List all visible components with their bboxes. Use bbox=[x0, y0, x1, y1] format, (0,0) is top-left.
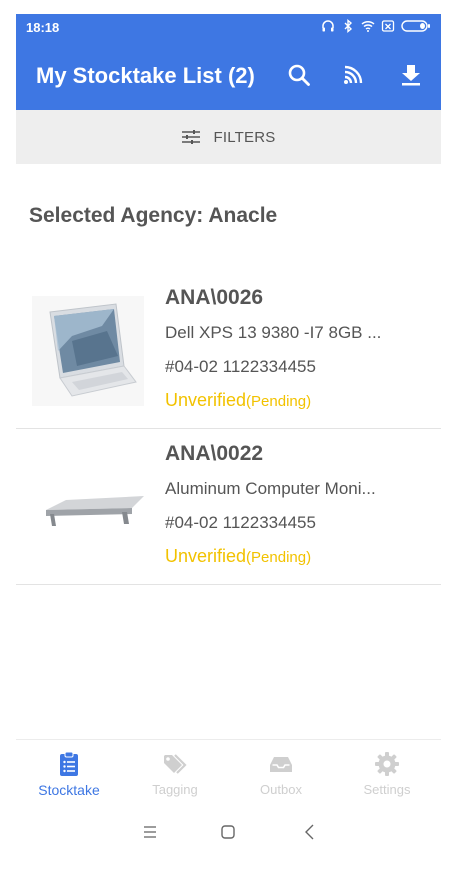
filters-label: FILTERS bbox=[213, 128, 276, 146]
asset-location: #04-02 1122334455 bbox=[165, 513, 316, 532]
asset-description: Aluminum Computer Moni... bbox=[165, 479, 376, 498]
asset-description: Dell XPS 13 9380 -I7 8GB ... bbox=[165, 323, 382, 342]
nav-tab-tagging[interactable]: Tagging bbox=[122, 740, 228, 802]
clipboard-list-icon bbox=[60, 751, 78, 776]
status-label: Unverified bbox=[165, 546, 247, 566]
menu-key-icon[interactable] bbox=[140, 822, 160, 842]
selected-agency-heading: Selected Agency: Anacle bbox=[29, 204, 278, 227]
sliders-icon bbox=[181, 130, 200, 144]
status-badge: Unverified(Pending) bbox=[165, 390, 311, 411]
download-button[interactable] bbox=[396, 60, 426, 90]
headphones-icon bbox=[322, 20, 334, 32]
monitor-stand-image bbox=[32, 452, 144, 562]
page-title: My Stocktake List (2) bbox=[36, 63, 255, 88]
home-key-icon[interactable] bbox=[218, 822, 238, 842]
battery-icon bbox=[401, 20, 430, 32]
nav-tab-stocktake[interactable]: Stocktake bbox=[16, 740, 122, 802]
list-item[interactable]: ANA\0022 Aluminum Computer Moni... #04-0… bbox=[16, 430, 441, 585]
tags-icon bbox=[164, 754, 187, 774]
asset-location: #04-02 1122334455 bbox=[165, 357, 316, 376]
status-icons bbox=[321, 19, 431, 33]
status-time: 18:18 bbox=[26, 20, 60, 35]
nav-label: Settings bbox=[363, 782, 411, 797]
laptop-image bbox=[32, 296, 144, 406]
app-screen: 18:18 My Stocktake List (2) FILTERS Sele… bbox=[16, 14, 441, 858]
gear-icon bbox=[375, 752, 399, 776]
nav-tab-outbox[interactable]: Outbox bbox=[228, 740, 334, 802]
bottom-navigation: Stocktake Tagging Outbox Settings bbox=[16, 739, 441, 801]
asset-code: ANA\0022 bbox=[165, 442, 264, 465]
wifi-icon bbox=[361, 20, 375, 32]
sub-status-label: (Pending) bbox=[246, 393, 312, 410]
search-button[interactable] bbox=[284, 60, 314, 90]
sub-status-label: (Pending) bbox=[246, 549, 312, 566]
app-bar: My Stocktake List (2) bbox=[16, 40, 441, 110]
rfid-signal-icon bbox=[344, 65, 363, 84]
asset-code: ANA\0026 bbox=[165, 286, 264, 309]
sim-error-icon bbox=[381, 20, 395, 32]
inbox-tray-icon bbox=[270, 757, 292, 772]
status-badge: Unverified(Pending) bbox=[165, 546, 311, 567]
rfid-scan-button[interactable] bbox=[338, 60, 368, 90]
status-label: Unverified bbox=[165, 390, 247, 410]
status-bar: 18:18 bbox=[16, 14, 441, 40]
nav-label: Stocktake bbox=[38, 782, 100, 798]
nav-label: Outbox bbox=[260, 782, 302, 797]
back-key-icon[interactable] bbox=[300, 822, 320, 842]
nav-label: Tagging bbox=[152, 782, 198, 797]
download-icon bbox=[402, 65, 420, 86]
nav-tab-settings[interactable]: Settings bbox=[334, 740, 440, 802]
system-navigation-bar bbox=[16, 814, 441, 850]
search-icon bbox=[288, 64, 310, 86]
bluetooth-icon bbox=[344, 19, 353, 33]
list-item[interactable]: ANA\0026 Dell XPS 13 9380 -I7 8GB ... #0… bbox=[16, 274, 441, 429]
filters-button[interactable]: FILTERS bbox=[16, 110, 441, 164]
